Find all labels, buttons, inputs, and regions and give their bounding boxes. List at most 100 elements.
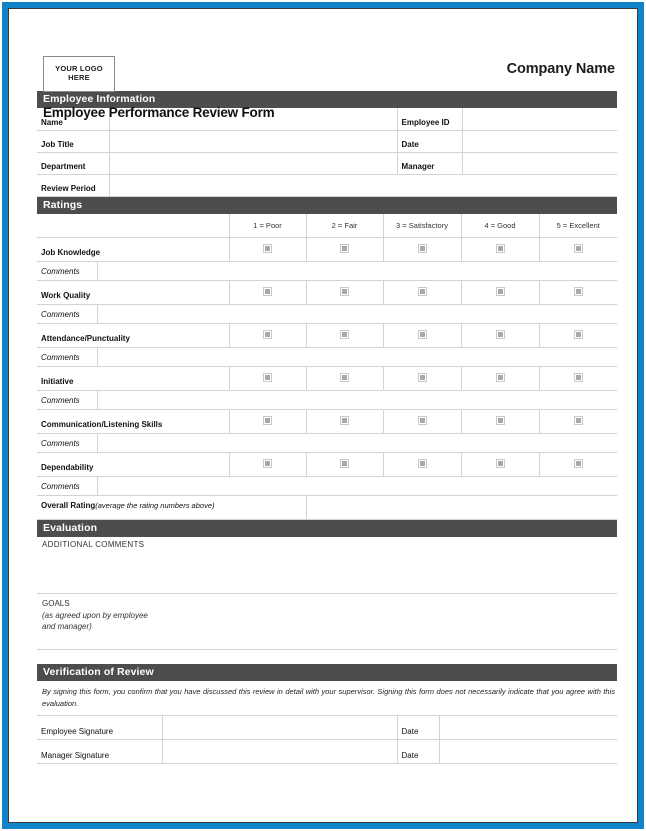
rating-checkbox-dependability-2[interactable] xyxy=(305,452,383,478)
rating-checkbox-attendance-2[interactable] xyxy=(305,323,383,349)
scale-label-2: 2 = Fair xyxy=(305,213,383,239)
goals-label-group: GOALS (as agreed upon by employee and ma… xyxy=(37,594,617,633)
overall-rating-input[interactable] xyxy=(305,495,617,521)
field-label-manager: Manager xyxy=(396,152,462,175)
rating-checkbox-attendance-3[interactable] xyxy=(382,323,461,349)
criterion-label-dependability: Dependability xyxy=(37,452,229,478)
rating-checkbox-dependability-5[interactable] xyxy=(538,452,617,478)
checkbox-icon xyxy=(573,244,583,254)
comment-input-initiative[interactable] xyxy=(96,390,617,411)
rating-checkbox-initiative-1[interactable] xyxy=(228,366,306,392)
scale-label-3: 3 = Satisfactory xyxy=(382,213,461,239)
manager-date-input[interactable] xyxy=(438,739,617,765)
rating-checkbox-communication-2[interactable] xyxy=(305,409,383,435)
goals-label: GOALS xyxy=(42,599,70,609)
rating-checkbox-attendance-4[interactable] xyxy=(460,323,539,349)
employee-information-table: Name Employee ID Job Title Date Departme… xyxy=(37,108,617,197)
ratings-body: 1 = Poor 2 = Fair 3 = Satisfactory 4 = G… xyxy=(37,213,617,521)
field-input-job-title[interactable] xyxy=(108,130,397,153)
table-row: Employee Signature Date xyxy=(37,715,617,741)
rating-row-dependability: Dependability xyxy=(37,452,617,478)
manager-signature-input[interactable] xyxy=(161,739,397,765)
field-input-date[interactable] xyxy=(461,130,617,153)
comment-input-attendance-punctuality[interactable] xyxy=(96,347,617,368)
field-input-review-period[interactable] xyxy=(108,174,617,197)
criterion-label-work-quality: Work Quality xyxy=(37,280,229,306)
checkbox-icon xyxy=(495,373,505,383)
rating-checkbox-job-knowledge-1[interactable] xyxy=(228,237,306,263)
field-label-employee-id: Employee ID xyxy=(396,108,462,131)
field-input-department[interactable] xyxy=(108,152,397,175)
scale-label-4: 4 = Good xyxy=(460,213,539,239)
checkbox-icon xyxy=(573,287,583,297)
field-input-manager[interactable] xyxy=(461,152,617,175)
checkbox-icon xyxy=(263,287,272,297)
evaluation-block: ADDITIONAL COMMENTS GOALS (as agreed upo… xyxy=(37,537,617,650)
comment-input-communication-listening-skills[interactable] xyxy=(96,433,617,454)
checkbox-icon xyxy=(340,287,349,297)
rating-checkbox-job-knowledge-2[interactable] xyxy=(305,237,383,263)
rating-checkbox-job-knowledge-3[interactable] xyxy=(382,237,461,263)
comment-row-initiative: Comments xyxy=(37,390,617,411)
scale-label-5: 5 = Excellent xyxy=(538,213,617,239)
rating-checkbox-communication-5[interactable] xyxy=(538,409,617,435)
rating-checkbox-initiative-2[interactable] xyxy=(305,366,383,392)
employee-signature-input[interactable] xyxy=(161,715,397,741)
ratings-scale-header-row: 1 = Poor 2 = Fair 3 = Satisfactory 4 = G… xyxy=(37,213,617,239)
employee-date-input[interactable] xyxy=(438,715,617,741)
table-row: Review Period xyxy=(37,174,617,197)
document-page: YOUR LOGO HERE Company Name Employee Per… xyxy=(9,9,637,822)
section-header-ratings: Ratings xyxy=(37,196,617,214)
comment-label: Comments xyxy=(37,433,97,454)
comment-input-job-knowledge[interactable] xyxy=(96,261,617,282)
comment-input-work-quality[interactable] xyxy=(96,304,617,325)
rating-checkbox-initiative-5[interactable] xyxy=(538,366,617,392)
comment-label: Comments xyxy=(37,304,97,325)
comment-input-dependability[interactable] xyxy=(96,476,617,497)
comment-row-attendance-punctuality: Comments xyxy=(37,347,617,368)
rating-checkbox-work-quality-3[interactable] xyxy=(382,280,461,306)
field-input-employee-id[interactable] xyxy=(461,108,617,131)
goals-note-line-2: and manager) xyxy=(42,622,92,632)
rating-checkbox-work-quality-1[interactable] xyxy=(228,280,306,306)
checkbox-icon xyxy=(573,330,583,340)
criterion-label-initiative: Initiative xyxy=(37,366,229,392)
table-row: Manager Signature Date xyxy=(37,739,617,765)
rating-checkbox-dependability-3[interactable] xyxy=(382,452,461,478)
rating-checkbox-communication-4[interactable] xyxy=(460,409,539,435)
overall-rating-row: Overall Rating(average the rating number… xyxy=(37,495,617,521)
rating-checkbox-job-knowledge-5[interactable] xyxy=(538,237,617,263)
comment-label: Comments xyxy=(37,476,97,497)
additional-comments-label: ADDITIONAL COMMENTS xyxy=(42,540,145,550)
rating-checkbox-dependability-1[interactable] xyxy=(228,452,306,478)
rating-checkbox-work-quality-2[interactable] xyxy=(305,280,383,306)
rating-checkbox-attendance-5[interactable] xyxy=(538,323,617,349)
additional-comments-input[interactable] xyxy=(37,549,617,593)
rating-row-communication-listening-skills: Communication/Listening Skills xyxy=(37,409,617,435)
page-title: Employee Performance Review Form xyxy=(43,105,275,120)
rating-checkbox-job-knowledge-4[interactable] xyxy=(460,237,539,263)
manager-signature-label: Manager Signature xyxy=(37,739,162,765)
checkbox-icon xyxy=(417,244,427,254)
checkbox-icon xyxy=(417,416,427,426)
rating-checkbox-communication-1[interactable] xyxy=(228,409,306,435)
goals-input[interactable] xyxy=(37,633,617,649)
rating-checkbox-work-quality-5[interactable] xyxy=(538,280,617,306)
checkbox-icon xyxy=(495,416,505,426)
rating-row-work-quality: Work Quality xyxy=(37,280,617,306)
rating-row-job-knowledge: Job Knowledge xyxy=(37,237,617,263)
employee-date-label: Date xyxy=(396,715,439,741)
comment-label: Comments xyxy=(37,390,97,411)
rating-checkbox-communication-3[interactable] xyxy=(382,409,461,435)
rating-checkbox-dependability-4[interactable] xyxy=(460,452,539,478)
rating-checkbox-initiative-3[interactable] xyxy=(382,366,461,392)
comment-label: Comments xyxy=(37,347,97,368)
comment-label: Comments xyxy=(37,261,97,282)
rating-checkbox-attendance-1[interactable] xyxy=(228,323,306,349)
checkbox-icon xyxy=(263,459,272,469)
checkbox-icon xyxy=(495,459,505,469)
table-row: Job Title Date xyxy=(37,130,617,153)
rating-checkbox-initiative-4[interactable] xyxy=(460,366,539,392)
rating-checkbox-work-quality-4[interactable] xyxy=(460,280,539,306)
checkbox-icon xyxy=(495,244,505,254)
